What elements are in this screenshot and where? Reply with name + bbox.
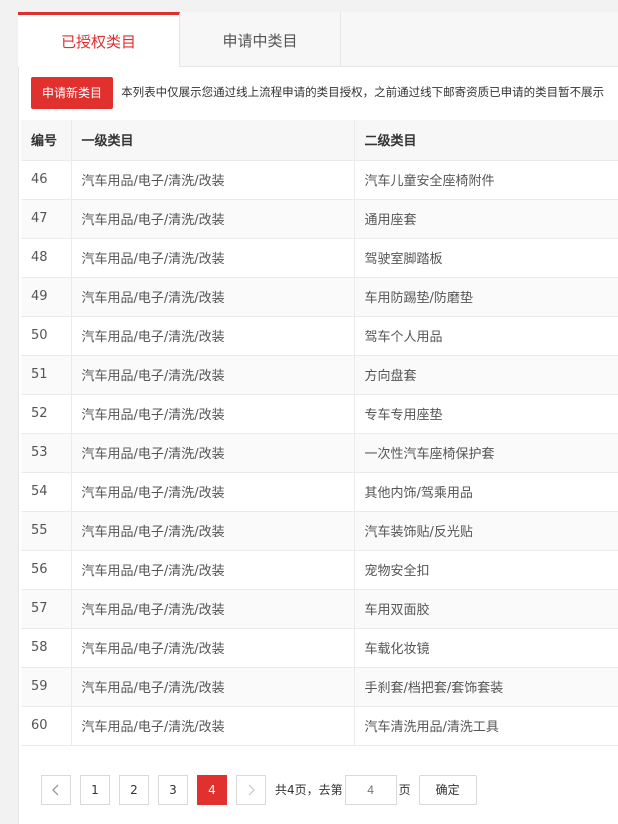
cell-level1-category: 汽车用品/电子/清洗/改装 (71, 667, 355, 707)
cell-level1-category: 汽车用品/电子/清洗/改装 (71, 160, 355, 200)
cell-level1-category: 汽车用品/电子/清洗/改装 (71, 511, 355, 551)
page-button-4-current[interactable]: 4 (197, 775, 227, 805)
table-row: 53 汽车用品/电子/清洗/改装 一次性汽车座椅保护套 (21, 433, 618, 473)
table-row: 59 汽车用品/电子/清洗/改装 手刹套/档把套/套饰套装 (21, 667, 618, 707)
category-table-wrapper: 编号 一级类目 二级类目 46 汽车用品/电子/清洗/改装 汽车儿童安全座椅附件… (21, 120, 618, 746)
cell-number: 58 (21, 628, 72, 668)
cell-level2-category: 通用座套 (354, 199, 618, 239)
cell-number: 47 (21, 199, 72, 239)
table-row: 49 汽车用品/电子/清洗/改装 车用防踢垫/防磨垫 (21, 277, 618, 317)
tab-pending-categories[interactable]: 申请中类目 (180, 12, 341, 68)
cell-number: 54 (21, 472, 72, 512)
prev-page-button[interactable] (41, 775, 71, 805)
page-button-1[interactable]: 1 (80, 775, 110, 805)
table-row: 56 汽车用品/电子/清洗/改装 宠物安全扣 (21, 550, 618, 590)
chevron-right-icon (248, 784, 255, 796)
toolbar: 申请新类目 本列表中仅展示您通过线上流程申请的类目授权，之前通过线下邮寄资质已申… (31, 77, 618, 109)
total-pages-text: 共4页，去第 (275, 783, 343, 797)
cell-level2-category: 一次性汽车座椅保护套 (354, 433, 618, 473)
cell-level2-category: 汽车装饰贴/反光贴 (354, 511, 618, 551)
cell-level2-category: 手刹套/档把套/套饰套装 (354, 667, 618, 707)
header-level2-category: 二级类目 (354, 120, 618, 161)
category-authorization-page: 已授权类目 申请中类目 申请新类目 本列表中仅展示您通过线上流程申请的类目授权，… (0, 0, 618, 824)
page-button-2[interactable]: 2 (119, 775, 149, 805)
cell-number: 57 (21, 589, 72, 629)
table-row: 47 汽车用品/电子/清洗/改装 通用座套 (21, 199, 618, 239)
cell-level2-category: 其他内饰/驾乘用品 (354, 472, 618, 512)
notice-text: 本列表中仅展示您通过线上流程申请的类目授权，之前通过线下邮寄资质已申请的类目暂不… (121, 85, 605, 99)
cell-level2-category: 方向盘套 (354, 355, 618, 395)
cell-number: 56 (21, 550, 72, 590)
page-suffix-text: 页 (398, 783, 411, 797)
table-header-row: 编号 一级类目 二级类目 (21, 120, 618, 161)
table-row: 55 汽车用品/电子/清洗/改装 汽车装饰贴/反光贴 (21, 511, 618, 551)
table-row: 54 汽车用品/电子/清洗/改装 其他内饰/驾乘用品 (21, 472, 618, 512)
table-body: 46 汽车用品/电子/清洗/改装 汽车儿童安全座椅附件 47 汽车用品/电子/清… (21, 160, 618, 746)
cell-number: 51 (21, 355, 72, 395)
cell-level2-category: 驾驶室脚踏板 (354, 238, 618, 278)
apply-new-category-button[interactable]: 申请新类目 (31, 77, 113, 109)
goto-confirm-button[interactable]: 确定 (418, 775, 477, 805)
cell-number: 60 (21, 706, 72, 746)
cell-level2-category: 专车专用座垫 (354, 394, 618, 434)
table-row: 60 汽车用品/电子/清洗/改装 汽车清洗用品/清洗工具 (21, 706, 618, 746)
cell-level2-category: 汽车儿童安全座椅附件 (354, 160, 618, 200)
cell-level1-category: 汽车用品/电子/清洗/改装 (71, 628, 355, 668)
content-panel: 申请新类目 本列表中仅展示您通过线上流程申请的类目授权，之前通过线下邮寄资质已申… (18, 67, 618, 824)
tab-authorized-categories[interactable]: 已授权类目 (18, 12, 180, 68)
cell-level1-category: 汽车用品/电子/清洗/改装 (71, 706, 355, 746)
cell-number: 53 (21, 433, 72, 473)
pagination: 1234 共4页，去第 页确定 (41, 775, 477, 805)
cell-level2-category: 汽车清洗用品/清洗工具 (354, 706, 618, 746)
table-row: 50 汽车用品/电子/清洗/改装 驾车个人用品 (21, 316, 618, 356)
table-row: 57 汽车用品/电子/清洗/改装 车用双面胶 (21, 589, 618, 629)
page-button-3[interactable]: 3 (158, 775, 188, 805)
table-row: 58 汽车用品/电子/清洗/改装 车载化妆镜 (21, 628, 618, 668)
cell-level1-category: 汽车用品/电子/清洗/改装 (71, 550, 355, 590)
cell-level1-category: 汽车用品/电子/清洗/改装 (71, 238, 355, 278)
table-row: 52 汽车用品/电子/清洗/改装 专车专用座垫 (21, 394, 618, 434)
chevron-left-icon (52, 784, 59, 796)
cell-level1-category: 汽车用品/电子/清洗/改装 (71, 277, 355, 317)
category-tabs: 已授权类目 申请中类目 (18, 12, 618, 68)
cell-level1-category: 汽车用品/电子/清洗/改装 (71, 199, 355, 239)
cell-level2-category: 车载化妆镜 (354, 628, 618, 668)
next-page-button[interactable] (236, 775, 266, 805)
cell-level1-category: 汽车用品/电子/清洗/改装 (71, 472, 355, 512)
cell-level1-category: 汽车用品/电子/清洗/改装 (71, 433, 355, 473)
cell-number: 48 (21, 238, 72, 278)
cell-number: 50 (21, 316, 72, 356)
cell-number: 46 (21, 160, 72, 200)
header-level1-category: 一级类目 (71, 120, 355, 161)
table-row: 48 汽车用品/电子/清洗/改装 驾驶室脚踏板 (21, 238, 618, 278)
cell-number: 52 (21, 394, 72, 434)
table-row: 51 汽车用品/电子/清洗/改装 方向盘套 (21, 355, 618, 395)
cell-level1-category: 汽车用品/电子/清洗/改装 (71, 394, 355, 434)
goto-page-input[interactable] (344, 775, 397, 805)
table-row: 46 汽车用品/电子/清洗/改装 汽车儿童安全座椅附件 (21, 160, 618, 200)
cell-number: 49 (21, 277, 72, 317)
category-table: 编号 一级类目 二级类目 46 汽车用品/电子/清洗/改装 汽车儿童安全座椅附件… (21, 120, 618, 746)
cell-number: 55 (21, 511, 72, 551)
cell-level2-category: 车用防踢垫/防磨垫 (354, 277, 618, 317)
cell-level2-category: 车用双面胶 (354, 589, 618, 629)
header-number: 编号 (21, 120, 72, 161)
cell-number: 59 (21, 667, 72, 707)
cell-level1-category: 汽车用品/电子/清洗/改装 (71, 355, 355, 395)
cell-level2-category: 宠物安全扣 (354, 550, 618, 590)
cell-level2-category: 驾车个人用品 (354, 316, 618, 356)
cell-level1-category: 汽车用品/电子/清洗/改装 (71, 316, 355, 356)
cell-level1-category: 汽车用品/电子/清洗/改装 (71, 589, 355, 629)
